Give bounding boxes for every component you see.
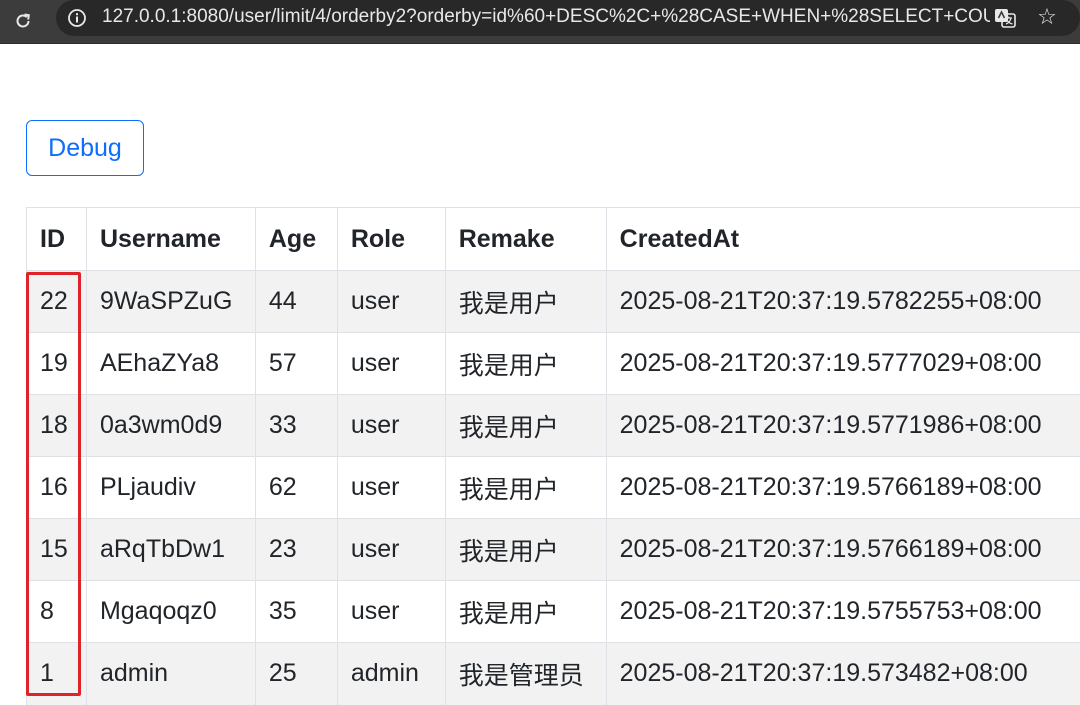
cell-age: 62 (255, 457, 337, 519)
cell-username: PLjaudiv (86, 457, 255, 519)
cell-id: 15 (27, 519, 87, 581)
cell-age: 33 (255, 395, 337, 457)
cell-role: user (337, 395, 445, 457)
cell-age: 23 (255, 519, 337, 581)
cell-remake: 我是用户 (445, 457, 606, 519)
users-table-container: ID Username Age Role Remake CreatedAt 22… (26, 207, 1080, 705)
cell-id: 19 (27, 333, 87, 395)
header-role: Role (337, 208, 445, 271)
table-row: 22 9WaSPZuG 44 user 我是用户 2025-08-21T20:3… (27, 271, 1080, 333)
cell-age: 57 (255, 333, 337, 395)
cell-createdat: 2025-08-21T20:37:19.5782255+08:00 (606, 271, 1080, 333)
cell-age: 35 (255, 581, 337, 643)
cell-id: 16 (27, 457, 87, 519)
url-text[interactable]: 127.0.0.1:8080/user/limit/4/orderby2?ord… (102, 6, 990, 28)
header-id: ID (27, 208, 87, 271)
cell-createdat: 2025-08-21T20:37:19.5766189+08:00 (606, 457, 1080, 519)
cell-createdat: 2025-08-21T20:37:19.5777029+08:00 (606, 333, 1080, 395)
cell-remake: 我是用户 (445, 581, 606, 643)
cell-role: user (337, 333, 445, 395)
cell-createdat: 2025-08-21T20:37:19.5755753+08:00 (606, 581, 1080, 643)
cell-createdat: 2025-08-21T20:37:19.5771986+08:00 (606, 395, 1080, 457)
cell-id: 22 (27, 271, 87, 333)
table-header-row: ID Username Age Role Remake CreatedAt (27, 208, 1080, 271)
cell-role: admin (337, 643, 445, 705)
table-row: 15 aRqTbDw1 23 user 我是用户 2025-08-21T20:3… (27, 519, 1080, 581)
cell-role: user (337, 581, 445, 643)
table-row: 8 Mgaqoqz0 35 user 我是用户 2025-08-21T20:37… (27, 581, 1080, 643)
table-row: 1 admin 25 admin 我是管理员 2025-08-21T20:37:… (27, 643, 1080, 705)
cell-username: 0a3wm0d9 (86, 395, 255, 457)
cell-role: user (337, 271, 445, 333)
cell-id: 18 (27, 395, 87, 457)
debug-button[interactable]: Debug (26, 120, 144, 176)
cell-remake: 我是用户 (445, 395, 606, 457)
header-age: Age (255, 208, 337, 271)
cell-username: aRqTbDw1 (86, 519, 255, 581)
header-remake: Remake (445, 208, 606, 271)
cell-username: 9WaSPZuG (86, 271, 255, 333)
table-row: 18 0a3wm0d9 33 user 我是用户 2025-08-21T20:3… (27, 395, 1080, 457)
cell-role: user (337, 519, 445, 581)
cell-id: 8 (27, 581, 87, 643)
reload-icon[interactable] (10, 8, 36, 34)
cell-createdat: 2025-08-21T20:37:19.5766189+08:00 (606, 519, 1080, 581)
cell-createdat: 2025-08-21T20:37:19.573482+08:00 (606, 643, 1080, 705)
table-row: 19 AEhaZYa8 57 user 我是用户 2025-08-21T20:3… (27, 333, 1080, 395)
star-icon[interactable]: ☆ (1035, 4, 1059, 30)
cell-age: 25 (255, 643, 337, 705)
address-bar[interactable]: 127.0.0.1:8080/user/limit/4/orderby2?ord… (56, 0, 1080, 36)
table-row: 16 PLjaudiv 62 user 我是用户 2025-08-21T20:3… (27, 457, 1080, 519)
cell-remake: 我是用户 (445, 271, 606, 333)
browser-toolbar: 127.0.0.1:8080/user/limit/4/orderby2?ord… (0, 0, 1080, 44)
cell-username: Mgaqoqz0 (86, 581, 255, 643)
users-table: ID Username Age Role Remake CreatedAt 22… (26, 207, 1080, 705)
translate-icon[interactable] (993, 6, 1017, 30)
cell-remake: 我是用户 (445, 519, 606, 581)
header-username: Username (86, 208, 255, 271)
cell-age: 44 (255, 271, 337, 333)
info-icon[interactable] (66, 7, 88, 29)
cell-username: admin (86, 643, 255, 705)
cell-username: AEhaZYa8 (86, 333, 255, 395)
cell-role: user (337, 457, 445, 519)
cell-remake: 我是用户 (445, 333, 606, 395)
header-createdat: CreatedAt (606, 208, 1080, 271)
cell-remake: 我是管理员 (445, 643, 606, 705)
cell-id: 1 (27, 643, 87, 705)
